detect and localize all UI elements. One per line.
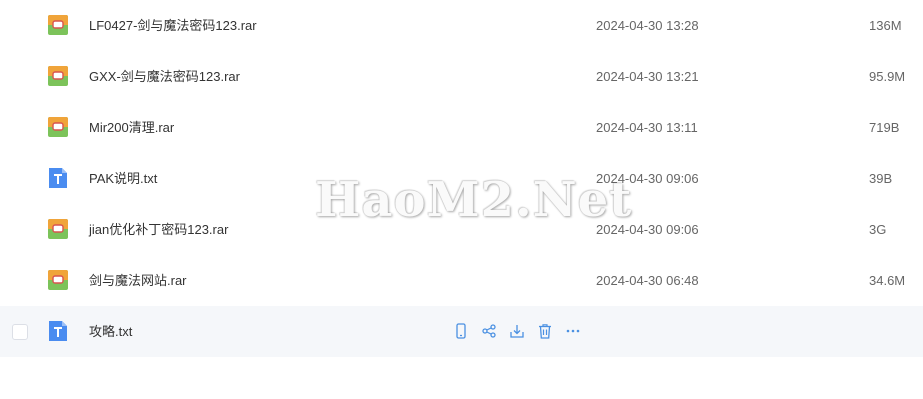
file-date: 2024-04-30 13:28 — [596, 18, 699, 33]
file-size: 719B — [869, 120, 900, 135]
file-list: LF0427-剑与魔法密码123.rar 2024-04-30 13:28 13… — [0, 0, 923, 357]
file-name[interactable]: 剑与魔法网站.rar — [89, 255, 187, 306]
file-row[interactable]: Mir200清理.rar 2024-04-30 13:11 719B — [0, 102, 923, 153]
file-row[interactable]: PAK说明.txt 2024-04-30 09:06 39B — [0, 153, 923, 204]
rar-archive-icon — [48, 270, 68, 290]
file-name[interactable]: LF0427-剑与魔法密码123.rar — [89, 0, 257, 51]
file-name[interactable]: Mir200清理.rar — [89, 102, 174, 153]
file-row[interactable]: GXX-剑与魔法密码123.rar 2024-04-30 13:21 95.9M — [0, 51, 923, 102]
file-date: 2024-04-30 13:11 — [596, 120, 698, 135]
rar-archive-icon — [48, 219, 68, 239]
file-name[interactable]: jian优化补丁密码123.rar — [89, 204, 228, 255]
file-date: 2024-04-30 13:21 — [596, 69, 699, 84]
file-name[interactable]: 攻略.txt — [89, 306, 132, 357]
file-row[interactable]: 剑与魔法网站.rar 2024-04-30 06:48 34.6M — [0, 255, 923, 306]
file-row[interactable]: jian优化补丁密码123.rar 2024-04-30 09:06 3G — [0, 204, 923, 255]
row-checkbox[interactable] — [12, 324, 28, 340]
text-file-icon — [49, 321, 67, 341]
download-icon[interactable] — [508, 322, 526, 340]
text-file-icon — [49, 168, 67, 188]
file-date: 2024-04-30 06:48 — [596, 273, 699, 288]
file-row-hovered[interactable]: 攻略.txt — [0, 306, 923, 357]
row-actions — [452, 322, 582, 342]
file-date: 2024-04-30 09:06 — [596, 222, 699, 237]
file-size: 95.9M — [869, 69, 906, 84]
rar-archive-icon — [48, 66, 68, 86]
file-row[interactable]: LF0427-剑与魔法密码123.rar 2024-04-30 13:28 13… — [0, 0, 923, 51]
delete-icon[interactable] — [536, 322, 554, 340]
rar-archive-icon — [48, 15, 68, 35]
file-date: 2024-04-30 09:06 — [596, 171, 699, 186]
file-size: 3G — [869, 222, 887, 237]
file-size: 39B — [869, 171, 893, 186]
file-name[interactable]: GXX-剑与魔法密码123.rar — [89, 51, 240, 102]
file-size: 136M — [869, 18, 902, 33]
file-size: 34.6M — [869, 273, 906, 288]
more-icon[interactable] — [564, 322, 582, 340]
rar-archive-icon — [48, 117, 68, 137]
file-name[interactable]: PAK说明.txt — [89, 153, 157, 204]
phone-icon[interactable] — [452, 322, 470, 340]
share-icon[interactable] — [480, 322, 498, 340]
